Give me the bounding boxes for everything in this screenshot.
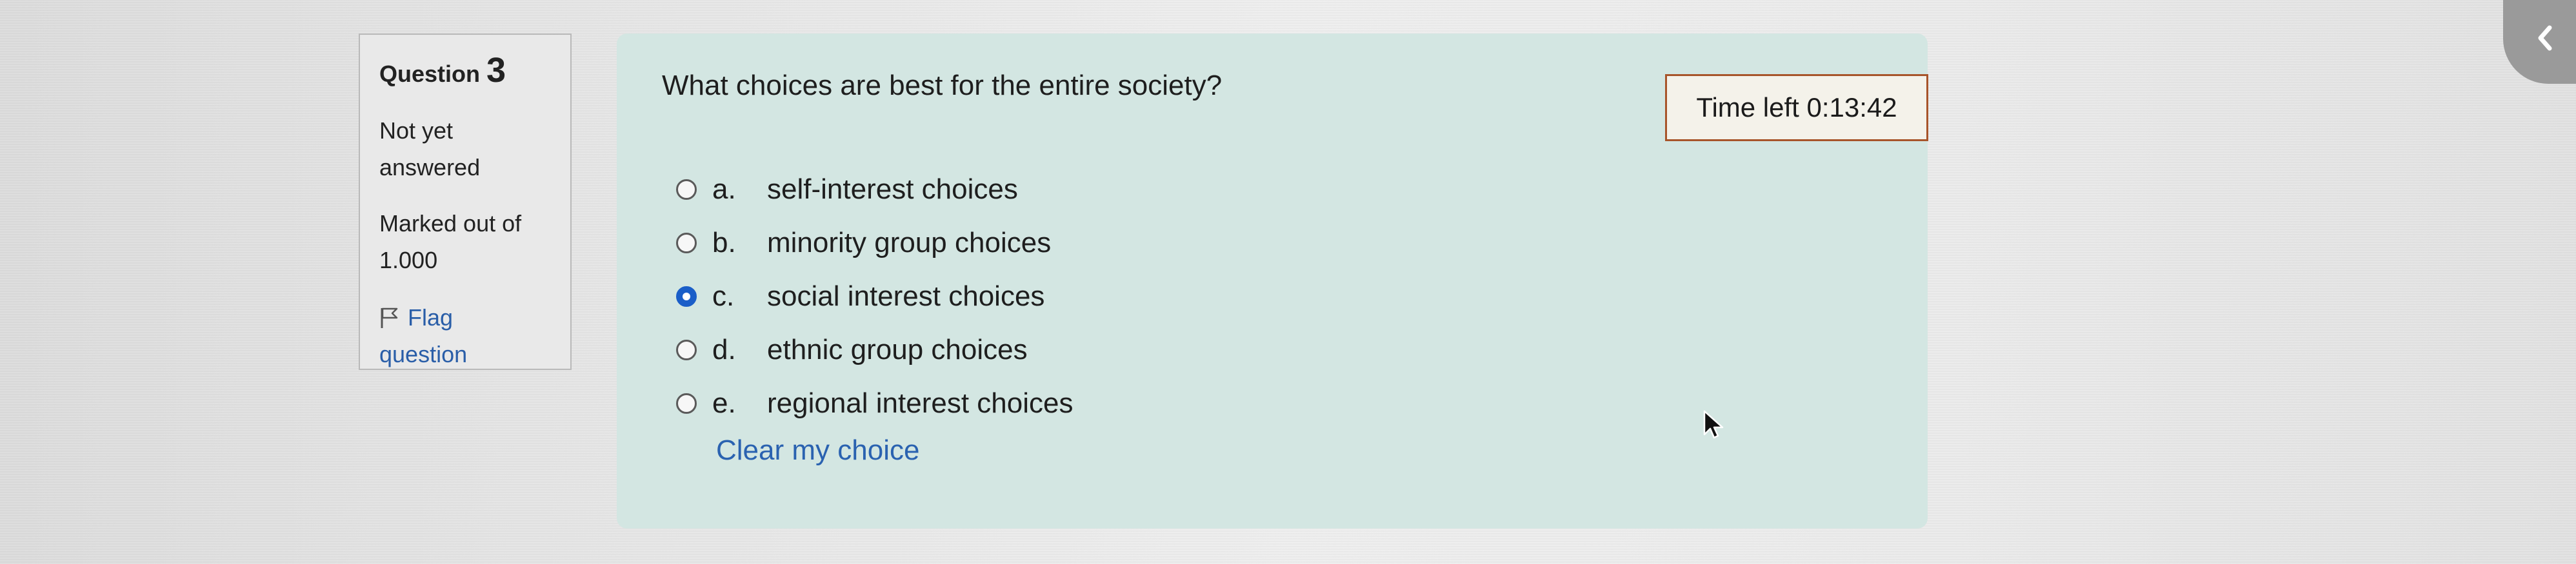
clear-choice-link[interactable]: Clear my choice [716, 434, 919, 467]
answer-options: a. self-interest choices b. minority gro… [676, 162, 1073, 430]
question-marks: Marked out of 1.000 [379, 205, 560, 278]
option-letter: c. [712, 280, 735, 312]
answer-option-c[interactable]: c. social interest choices [676, 269, 1073, 323]
option-letter: e. [712, 387, 736, 419]
option-text: minority group choices [767, 226, 1052, 258]
flag-icon [379, 307, 399, 329]
option-letter: b. [712, 226, 736, 258]
radio-button-b[interactable] [676, 232, 697, 253]
question-state: Not yet answered [379, 112, 547, 186]
question-heading: Question 3 [379, 53, 570, 88]
flag-question-link[interactable]: Flag question [379, 299, 570, 373]
option-text: regional interest choices [767, 387, 1073, 419]
question-marks-line1: Marked out of [379, 210, 522, 237]
option-text: social interest choices [767, 280, 1045, 312]
question-content-panel: What choices are best for the entire soc… [617, 34, 1928, 529]
option-text: self-interest choices [767, 173, 1018, 205]
question-label: Question [379, 61, 481, 87]
question-marks-line2: 1.000 [379, 247, 438, 273]
question-text: What choices are best for the entire soc… [662, 70, 1223, 101]
answer-option-a[interactable]: a. self-interest choices [676, 162, 1073, 216]
quiz-timer: Time left 0:13:42 [1665, 74, 1928, 141]
question-state-line2: answered [379, 154, 481, 180]
option-letter: d. [712, 333, 736, 365]
question-state-line1: Not yet [379, 117, 454, 144]
radio-button-a[interactable] [676, 179, 697, 200]
flag-label-line2: question [379, 341, 468, 367]
answer-option-b[interactable]: b. minority group choices [676, 216, 1073, 269]
answer-option-e[interactable]: e. regional interest choices [676, 376, 1073, 430]
option-letter: a. [712, 173, 736, 205]
chevron-left-icon [2534, 24, 2556, 55]
drawer-toggle-button[interactable] [2503, 0, 2576, 84]
option-text: ethnic group choices [767, 333, 1028, 365]
flag-label-line1: Flag [408, 304, 454, 331]
mouse-pointer-icon [1703, 410, 1725, 443]
answer-option-d[interactable]: d. ethnic group choices [676, 323, 1073, 376]
radio-button-e[interactable] [676, 393, 697, 414]
radio-button-d[interactable] [676, 339, 697, 360]
question-number: 3 [486, 51, 506, 90]
question-info-panel: Question 3 Not yet answered Marked out o… [359, 34, 572, 370]
radio-button-c[interactable] [676, 286, 697, 307]
